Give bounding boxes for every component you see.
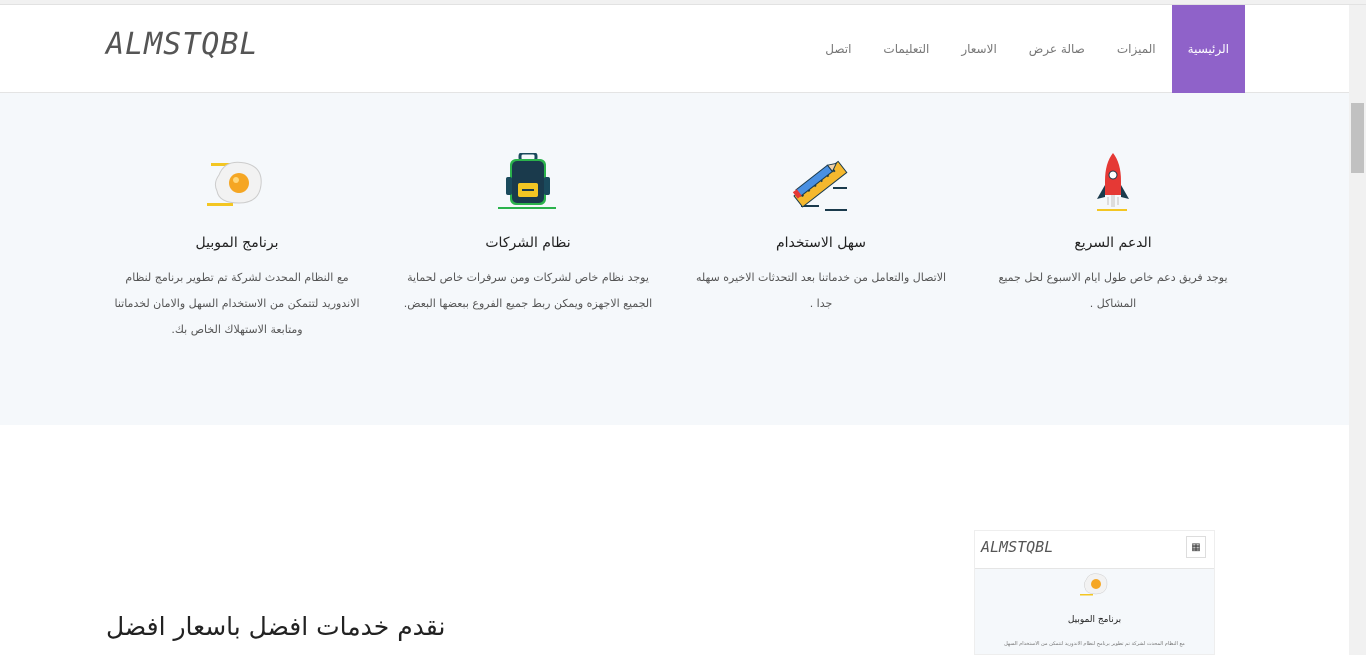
feature-text: يوجد نظام خاص لشركات ومن سرفرات خاص لحما… bbox=[403, 271, 653, 310]
main-nav: الرئيسية الميزات صالة عرض الاسعار التعلي… bbox=[809, 5, 1245, 93]
brand-logo[interactable]: ALMSTQBL bbox=[106, 27, 259, 62]
nav-item-features[interactable]: الميزات bbox=[1101, 5, 1172, 93]
navbar: ALMSTQBL الرئيسية الميزات صالة عرض الاسع… bbox=[0, 5, 1349, 93]
pencil-ruler-icon bbox=[789, 153, 853, 217]
section-heading: نقدم خدمات افضل باسعار افضل bbox=[106, 612, 446, 641]
preview-navbar: ALMSTQBL ▦ bbox=[975, 531, 1214, 569]
nav-item-faq[interactable]: التعليمات bbox=[867, 5, 945, 93]
feature-company-system: نظام الشركات يوجد نظام خاص لشركات ومن سر… bbox=[398, 151, 658, 317]
preview-feature-title: برنامج الموبيل bbox=[1067, 615, 1122, 625]
preview-feature-text: مع النظام المحدث لشركة تم تطوير برنامج ل… bbox=[1004, 641, 1185, 647]
nav-item-contact[interactable]: اتصل bbox=[809, 5, 867, 93]
feature-mobile-app: برنامج الموبيل مع النظام المحدث لشركة تم… bbox=[107, 153, 367, 343]
feature-text: الاتصال والتعامل من خدماتنا بعد التحدثات… bbox=[695, 271, 947, 310]
feature-title: الدعم السريع bbox=[1074, 235, 1152, 251]
backpack-icon bbox=[496, 151, 560, 217]
feature-text: يوجد فريق دعم خاص طول ايام الاسبوع لحل ج… bbox=[998, 271, 1228, 310]
feature-easy-use: سهل الاستخدام الاتصال والتعامل من خدماتن… bbox=[691, 153, 951, 317]
scrollbar-thumb[interactable] bbox=[1351, 103, 1364, 173]
nav-item-pricing[interactable]: الاسعار bbox=[945, 5, 1012, 93]
feature-title: سهل الاستخدام bbox=[775, 235, 866, 251]
feature-fast-support: الدعم السريع يوجد فريق دعم خاص طول ايام … bbox=[983, 153, 1243, 317]
features-section: برنامج الموبيل مع النظام المحدث لشركة تم… bbox=[0, 93, 1349, 425]
feature-text: مع النظام المحدث لشركة تم تطوير برنامج ل… bbox=[114, 271, 360, 336]
feature-title: برنامج الموبيل bbox=[195, 235, 279, 251]
rocket-icon bbox=[1081, 153, 1145, 217]
nav-item-gallery[interactable]: صالة عرض bbox=[1013, 5, 1101, 93]
egg-icon bbox=[205, 153, 269, 217]
preview-brand-logo[interactable]: ALMSTQBL bbox=[981, 538, 1053, 556]
nav-item-home[interactable]: الرئيسية bbox=[1171, 5, 1245, 93]
grid-menu-icon[interactable]: ▦ bbox=[1186, 536, 1206, 558]
preview-feature: برنامج الموبيل مع النظام المحدث لشركة تم… bbox=[975, 569, 1214, 654]
mobile-preview: ALMSTQBL ▦ برنامج الموبيل مع النظام المح… bbox=[974, 530, 1215, 655]
egg-icon bbox=[1079, 569, 1111, 601]
feature-title: نظام الشركات bbox=[485, 235, 571, 251]
page-scrollbar[interactable] bbox=[1349, 5, 1366, 655]
